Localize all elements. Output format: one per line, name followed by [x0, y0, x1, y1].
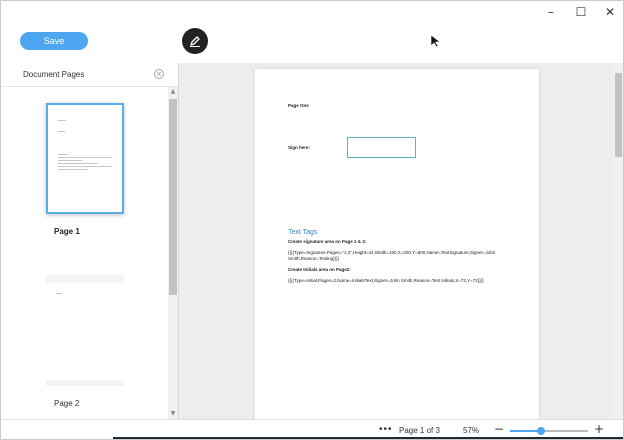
- sidebar-scrollbar[interactable]: ▲ ▼: [168, 87, 178, 419]
- close-panel-icon[interactable]: ×: [154, 69, 164, 79]
- document-page: Page One Sign here: Text Tags Create sig…: [255, 69, 539, 419]
- page-2-label: Page 2: [54, 399, 80, 408]
- page-thumbnail-1[interactable]: [46, 103, 124, 214]
- thumb-text-line: [58, 131, 65, 132]
- sign-here-label: Sign here:: [288, 145, 311, 150]
- thumbnail-divider: [46, 275, 124, 283]
- panel-header: Document Pages ×: [1, 63, 179, 87]
- doc-instruction-2: Create Initials area on Page2:: [288, 267, 351, 272]
- thumb-text-line: [58, 120, 66, 121]
- zoom-slider-handle[interactable]: [537, 427, 545, 435]
- mouse-cursor-icon: [430, 34, 441, 48]
- page-indicator: Page 1 of 3: [399, 426, 440, 435]
- zoom-slider[interactable]: [510, 427, 588, 435]
- text-tags-heading: Text Tags: [288, 229, 318, 236]
- page-1-label: Page 1: [54, 227, 80, 236]
- thumb-text-line: [58, 154, 68, 155]
- close-window-button[interactable]: ✕: [595, 3, 623, 21]
- thumb-text-line: [58, 163, 98, 164]
- thumb-text-line: [58, 166, 112, 167]
- thumb-text-line: [58, 160, 82, 161]
- scroll-down-icon[interactable]: ▼: [168, 409, 178, 419]
- scroll-up-icon[interactable]: ▲: [168, 87, 178, 97]
- minimize-button[interactable]: –: [536, 3, 566, 21]
- doc-tag-2: {{{{Type=Initial,Pages=2,Name=InitialsTe…: [288, 278, 484, 283]
- thumb-text-line: [58, 169, 88, 170]
- more-options-icon[interactable]: •••: [379, 424, 393, 435]
- app-window: – ☐ ✕ Save Document Pages × Page 1 Page …: [0, 0, 624, 440]
- signature-field[interactable]: [347, 137, 416, 158]
- thumb-text-line: [58, 157, 112, 158]
- title-bar: – ☐ ✕: [1, 1, 623, 23]
- zoom-out-button[interactable]: −: [494, 422, 504, 436]
- signature-pen-button[interactable]: [182, 28, 208, 54]
- document-pages-panel: Document Pages × Page 1 Page 2 ▲ ▼: [1, 63, 179, 419]
- page-thumbnail-2[interactable]: [46, 283, 124, 383]
- pen-icon: [190, 36, 200, 47]
- thumbnail-divider: [46, 380, 124, 386]
- document-viewer: Page One Sign here: Text Tags Create sig…: [179, 63, 623, 419]
- doc-tag-1-cont: Smith,Reason=Testing}}}}: [288, 256, 340, 261]
- panel-title: Document Pages: [23, 70, 85, 79]
- thumb-text-line: [56, 293, 62, 294]
- maximize-button[interactable]: ☐: [566, 3, 596, 21]
- document-scrollbar[interactable]: [613, 63, 623, 419]
- scrollbar-thumb[interactable]: [615, 73, 622, 157]
- save-button[interactable]: Save: [20, 32, 88, 50]
- doc-instruction-1: Create signature area on Page 1 & 3:: [288, 239, 367, 244]
- scrollbar-thumb[interactable]: [169, 99, 177, 295]
- zoom-level: 57%: [463, 426, 480, 435]
- page-heading: Page One: [288, 103, 309, 108]
- zoom-in-button[interactable]: +: [594, 422, 604, 436]
